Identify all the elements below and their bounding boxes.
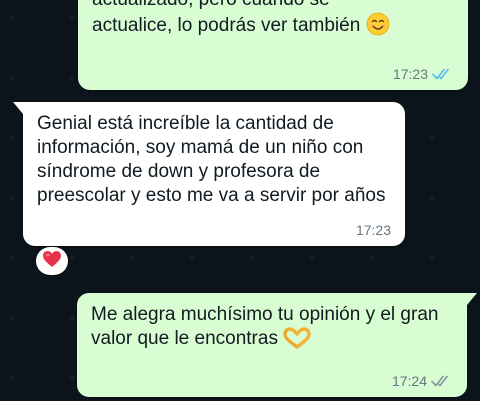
- message-time: 17:23: [392, 66, 428, 82]
- heart-reaction[interactable]: [36, 247, 68, 275]
- heart-emoji: [42, 250, 62, 273]
- smiling-face-emoji: [366, 12, 390, 43]
- delivered-double-check-icon: [431, 374, 453, 388]
- read-double-check-icon: [432, 67, 454, 81]
- message-time: 17:24: [391, 373, 427, 389]
- outgoing-message[interactable]: Me alegra muchísimo tu opinión y el gran…: [77, 293, 477, 397]
- bubble-tail: [467, 293, 477, 305]
- heart-hands-emoji: [283, 327, 311, 356]
- message-text: Genial está increíble la cantidad de inf…: [37, 113, 386, 206]
- incoming-message[interactable]: Genial está increíble la cantidad de inf…: [13, 102, 405, 246]
- message-text: Me alegra muchísimo tu opinión y el gran…: [91, 303, 451, 356]
- message-meta: 17:23: [356, 222, 391, 238]
- bubble-tail: [13, 102, 23, 114]
- message-meta: 17:23: [393, 66, 454, 82]
- message-text: actualizado, pero cuando se actualice, l…: [92, 0, 462, 43]
- message-meta: 17:24: [392, 373, 453, 389]
- message-time: 17:23: [355, 222, 391, 238]
- outgoing-message[interactable]: actualizado, pero cuando se actualice, l…: [78, 0, 468, 90]
